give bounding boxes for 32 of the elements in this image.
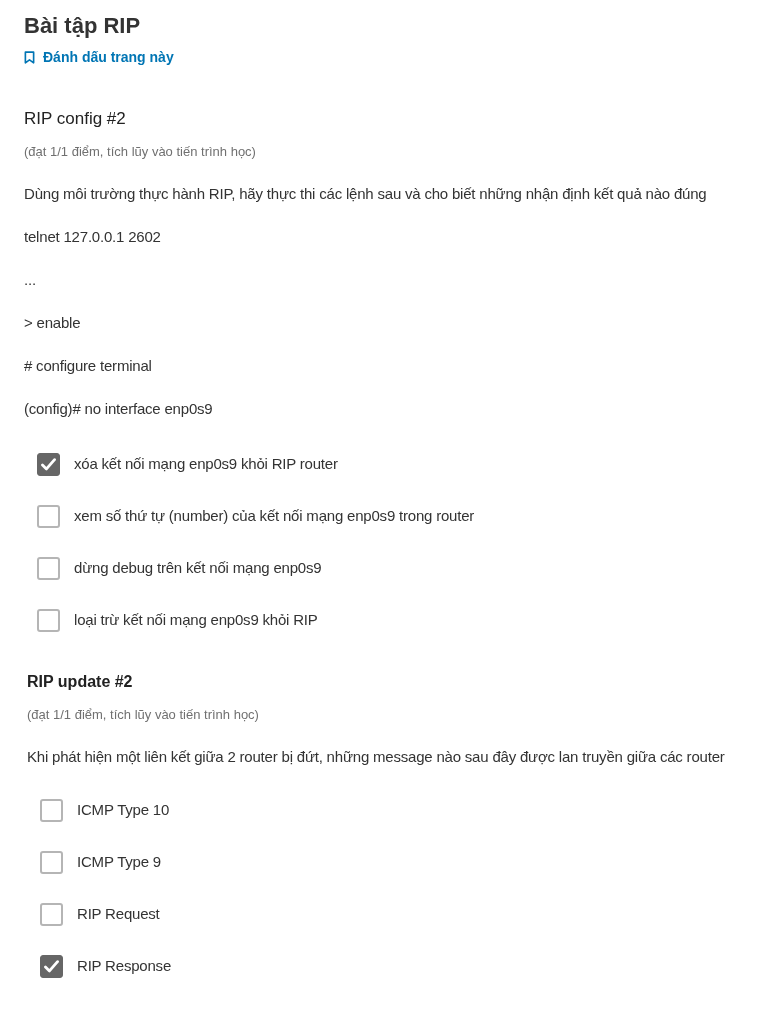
choice-label: RIP Response <box>77 956 172 976</box>
choice-label: ICMP Type 9 <box>77 852 161 872</box>
checkmark-icon <box>44 959 59 973</box>
checkbox[interactable] <box>40 798 63 822</box>
choice-label: ICMP Type 10 <box>77 800 170 820</box>
problem-title: RIP config #2 <box>24 108 127 129</box>
bookmark-link[interactable]: Đánh dấu trang này <box>24 48 174 66</box>
checked-checkbox[interactable] <box>40 954 63 978</box>
checkbox[interactable] <box>40 902 63 926</box>
checked-checkbox[interactable] <box>37 452 60 476</box>
command-line: (config)# no interface enp0s9 <box>24 398 214 419</box>
question-text: Dùng môi trường thực hành RIP, hãy thực thi các lệnh sau và cho biết những nhận định kết quả nào đúng <box>24 183 708 204</box>
choice-label: dừng debug trên kết nối mạng enp0s9 <box>74 558 322 578</box>
score-note: (đạt 1/1 điểm, tích lũy vào tiến trình học) <box>27 706 260 723</box>
choice-label: RIP Request <box>77 904 160 924</box>
question-text: Khi phát hiện một liên kết giữa 2 router bị đứt, những message nào sau đây được lan truyền giữa các router <box>27 746 726 767</box>
choice-label: xóa kết nối mạng enp0s9 khỏi RIP router <box>74 454 338 474</box>
checkmark-icon <box>41 457 56 471</box>
command-line: telnet 127.0.0.1 2602 <box>24 226 162 247</box>
checkbox[interactable] <box>37 608 60 632</box>
checkbox[interactable] <box>37 504 60 528</box>
command-line: > enable <box>24 312 82 333</box>
score-note: (đạt 1/1 điểm, tích lũy vào tiến trình học) <box>24 143 257 160</box>
problem-title: RIP update #2 <box>27 671 134 692</box>
bookmark-icon <box>24 50 35 64</box>
command-line: ... <box>24 269 37 290</box>
checkbox[interactable] <box>40 850 63 874</box>
command-line: # configure terminal <box>24 355 153 376</box>
checkbox[interactable] <box>37 556 60 580</box>
choice-label: xem số thứ tự (number) của kết nối mạng enp0s9 trong router <box>74 506 475 526</box>
choice-label: loại trừ kết nối mạng enp0s9 khỏi RIP <box>74 610 318 630</box>
page-title: Bài tập RIP <box>24 12 142 40</box>
